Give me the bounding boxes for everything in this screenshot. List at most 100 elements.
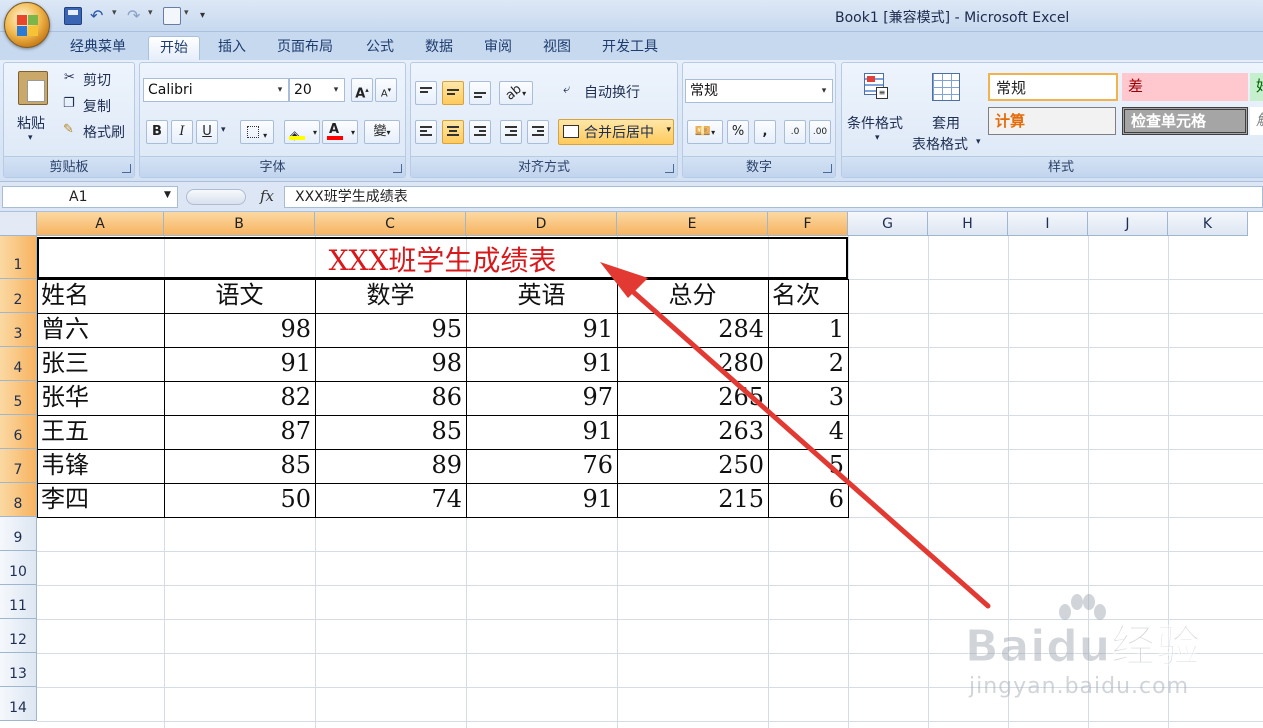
conditional-format-icon[interactable]: ≡ — [864, 73, 890, 101]
row-header-14[interactable]: 14 — [0, 687, 37, 721]
title-cell-a1[interactable]: XXX班学生成绩表 — [37, 237, 848, 279]
row-header-7[interactable]: 7 — [0, 449, 37, 483]
column-header-d[interactable]: D — [466, 212, 617, 236]
style-bad[interactable]: 差 — [1122, 73, 1248, 101]
align-top-button[interactable] — [415, 81, 437, 105]
bold-button[interactable]: B — [146, 120, 168, 144]
table-header-cell[interactable]: 英语 — [466, 279, 617, 313]
preview-dropdown-icon[interactable]: ▾ — [184, 8, 189, 18]
copy-icon[interactable]: ❐ — [63, 96, 75, 111]
table-cell[interactable]: 82 — [164, 381, 315, 415]
align-left-button[interactable] — [415, 120, 437, 144]
tab-page-layout[interactable]: 页面布局 — [266, 36, 344, 60]
cut-icon[interactable]: ✂ — [64, 70, 75, 85]
decrease-indent-button[interactable] — [500, 120, 522, 144]
table-header-cell[interactable]: 总分 — [617, 279, 768, 313]
redo-icon[interactable]: ↷ — [127, 7, 145, 25]
table-cell[interactable]: 2 — [768, 347, 848, 381]
table-cell[interactable]: 50 — [164, 483, 315, 517]
borders-button[interactable]: ▾ — [240, 120, 274, 144]
increase-decimal-button[interactable]: .0 — [784, 120, 806, 144]
format-painter-icon[interactable]: ✎ — [63, 122, 74, 137]
style-check-cell[interactable]: 检查单元格 — [1122, 107, 1248, 135]
undo-icon[interactable]: ↶ — [90, 7, 108, 25]
style-explanatory[interactable]: 解 — [1250, 107, 1263, 135]
row-header-2[interactable]: 2 — [0, 279, 37, 313]
table-cell[interactable]: 张华 — [37, 381, 164, 415]
office-button[interactable] — [4, 2, 50, 48]
table-header-cell[interactable]: 名次 — [768, 279, 848, 313]
format-as-table-label-2[interactable]: 表格格式 — [912, 134, 968, 154]
table-cell[interactable]: 曾六 — [37, 313, 164, 347]
column-header-f[interactable]: F — [768, 212, 848, 236]
row-header-1[interactable]: 1 — [0, 236, 37, 279]
font-launcher-icon[interactable] — [393, 164, 402, 173]
row-header-4[interactable]: 4 — [0, 347, 37, 381]
tab-view[interactable]: 视图 — [532, 36, 582, 60]
paste-icon[interactable] — [18, 71, 48, 105]
column-header-a[interactable]: A — [37, 212, 164, 236]
row-header-13[interactable]: 13 — [0, 653, 37, 687]
insert-function-icon[interactable]: fx — [260, 187, 274, 205]
italic-button[interactable]: I — [171, 120, 193, 144]
row-header-12[interactable]: 12 — [0, 619, 37, 653]
table-cell[interactable]: 250 — [617, 449, 768, 483]
table-cell[interactable]: 87 — [164, 415, 315, 449]
column-header-j[interactable]: J — [1088, 212, 1168, 236]
wrap-text-button[interactable]: 自动换行 — [584, 82, 640, 102]
table-header-cell[interactable]: 数学 — [315, 279, 466, 313]
table-cell[interactable]: 3 — [768, 381, 848, 415]
table-cell[interactable]: 王五 — [37, 415, 164, 449]
table-cell[interactable]: 97 — [466, 381, 617, 415]
style-good[interactable]: 好 — [1250, 73, 1263, 101]
accounting-format-button[interactable]: 💴▾ — [687, 120, 723, 144]
table-header-cell[interactable]: 语文 — [164, 279, 315, 313]
table-cell[interactable]: 76 — [466, 449, 617, 483]
decrease-decimal-button[interactable]: .00 — [809, 120, 831, 144]
comma-style-button[interactable]: , — [754, 120, 776, 144]
table-cell[interactable]: 265 — [617, 381, 768, 415]
alignment-launcher-icon[interactable] — [665, 164, 674, 173]
tab-data[interactable]: 数据 — [414, 36, 464, 60]
undo-dropdown-icon[interactable]: ▾ — [112, 8, 117, 18]
column-header-h[interactable]: H — [928, 212, 1008, 236]
table-cell[interactable]: 74 — [315, 483, 466, 517]
row-header-5[interactable]: 5 — [0, 381, 37, 415]
row-header-10[interactable]: 10 — [0, 551, 37, 585]
font-size-combo[interactable]: 20 ▾ — [289, 78, 345, 102]
table-cell[interactable]: 98 — [164, 313, 315, 347]
table-header-cell[interactable]: 姓名 — [37, 279, 164, 313]
number-launcher-icon[interactable] — [823, 164, 832, 173]
align-middle-button[interactable] — [442, 81, 464, 105]
row-header-3[interactable]: 3 — [0, 313, 37, 347]
formula-bar-handle-icon[interactable] — [186, 189, 246, 205]
fill-color-button[interactable]: ◈ ▾ — [284, 120, 320, 144]
tab-home[interactable]: 开始 — [148, 36, 200, 60]
percent-style-button[interactable]: % — [727, 120, 749, 144]
print-preview-icon[interactable] — [163, 7, 181, 25]
style-calculation[interactable]: 计算 — [988, 107, 1116, 135]
grow-font-button[interactable]: A▴ — [351, 78, 373, 102]
column-header-k[interactable]: K — [1168, 212, 1248, 236]
row-header-9[interactable]: 9 — [0, 517, 37, 551]
table-cell[interactable]: 91 — [466, 483, 617, 517]
name-box[interactable]: A1 — [2, 186, 178, 208]
increase-indent-button[interactable] — [527, 120, 549, 144]
table-cell[interactable]: 215 — [617, 483, 768, 517]
formula-input[interactable]: XXX班学生成绩表 — [284, 186, 1263, 208]
table-cell[interactable]: 91 — [466, 313, 617, 347]
format-as-table-icon[interactable] — [932, 73, 960, 101]
name-box-dropdown-icon[interactable]: ▼ — [164, 190, 171, 200]
column-header-c[interactable]: C — [315, 212, 466, 236]
table-cell[interactable]: 89 — [315, 449, 466, 483]
cut-button[interactable]: 剪切 — [83, 70, 111, 90]
tab-developer[interactable]: 开发工具 — [591, 36, 669, 60]
align-right-button[interactable] — [469, 120, 491, 144]
table-cell[interactable]: 86 — [315, 381, 466, 415]
column-header-e[interactable]: E — [617, 212, 768, 236]
tab-review[interactable]: 审阅 — [473, 36, 523, 60]
table-cell[interactable]: 4 — [768, 415, 848, 449]
table-cell[interactable]: 280 — [617, 347, 768, 381]
column-header-i[interactable]: I — [1008, 212, 1088, 236]
font-name-combo[interactable]: Calibri ▾ — [143, 78, 289, 102]
